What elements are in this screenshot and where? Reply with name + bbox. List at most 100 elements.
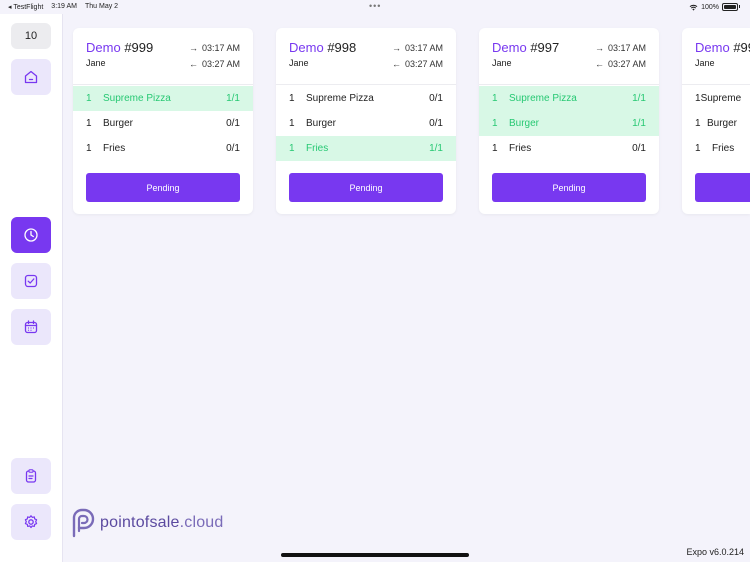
calendar-icon — [24, 320, 38, 334]
arrow-right-icon: → — [391, 43, 401, 53]
customer-name: Jane — [289, 58, 309, 68]
item-qty: 1 — [492, 118, 498, 129]
order-card[interactable]: Demo #999 Jane → 03:17 AM ← 03:27 AM 1 Supr… — [73, 28, 253, 214]
home-icon — [24, 70, 38, 84]
order-title: Demo #99 — [695, 40, 750, 56]
order-title: Demo #998 — [289, 40, 356, 56]
status-bar: ◂ TestFlight 3:19 AM Thu May 2 ••• 100% — [0, 0, 750, 14]
item-progress: 0/1 — [429, 93, 443, 104]
order-time-out: ← 03:27 AM — [392, 59, 443, 69]
item-name: Burger — [103, 118, 134, 129]
item-qty: 1 — [289, 118, 295, 129]
customer-name: Jane — [492, 58, 512, 68]
item-name: Supreme Pizza — [103, 93, 171, 104]
order-source: Demo — [492, 40, 527, 55]
item-qty: 1 — [289, 143, 295, 154]
item-qty: 1 — [86, 143, 92, 154]
item-name: Supreme Pizza — [306, 93, 374, 104]
item-progress: 0/1 — [226, 143, 240, 154]
time-out-value: 03:27 AM — [201, 59, 240, 69]
arrow-left-icon: ← — [391, 59, 401, 69]
customer-name: Jane — [695, 58, 715, 68]
check-square-icon — [24, 274, 38, 288]
item-qty: 1 — [695, 143, 701, 154]
order-item-row[interactable]: 1 Fries 0/1 — [73, 136, 253, 161]
divider — [682, 84, 750, 85]
pending-status-button[interactable]: Pending — [86, 173, 240, 202]
order-number: #999 — [124, 40, 154, 55]
order-time-in: → 03:17 AM — [392, 43, 443, 53]
item-name: Burger — [706, 118, 737, 129]
order-card[interactable]: Demo #997 Jane → 03:17 AM ← 03:27 AM 1 Supr… — [479, 28, 659, 214]
item-name: Fries — [103, 143, 126, 154]
order-time-in: → 03:17 AM — [189, 43, 240, 53]
time-in-value: 03:17 AM — [607, 43, 646, 53]
order-count-badge[interactable]: 10 — [11, 23, 51, 49]
arrow-left-icon: ← — [188, 59, 198, 69]
order-card[interactable]: Demo #998 Jane → 03:17 AM ← 03:27 AM 1 Supr… — [276, 28, 456, 214]
order-item-row[interactable]: 1 Burger 1/1 — [479, 111, 659, 136]
order-items: 1 Supreme Pizza 0/1 1 Burger 0/1 1 Fries 1/1 — [276, 86, 456, 161]
order-item-row[interactable]: 1 Burger 0/1 — [73, 111, 253, 136]
battery-percent: 100% — [701, 3, 719, 11]
order-source: Demo — [695, 40, 730, 55]
item-qty: 1 — [695, 118, 701, 129]
divider — [479, 84, 659, 85]
item-name: Fries — [306, 143, 329, 154]
order-item-row[interactable]: 1 Supreme Pizza 1/1 — [73, 86, 253, 111]
pending-status-button[interactable] — [695, 173, 750, 202]
order-item-row[interactable]: 1 Burger — [682, 111, 750, 136]
order-item-row[interactable]: 1 Fries 0/1 — [479, 136, 659, 161]
status-date: Thu May 2 — [84, 3, 119, 10]
item-progress: 1/1 — [632, 118, 646, 129]
app-version: Expo v6.0.214 — [686, 547, 744, 557]
item-name: Burger — [306, 118, 337, 129]
clipboard-icon — [25, 469, 37, 483]
pending-status-button[interactable]: Pending — [492, 173, 646, 202]
order-item-row[interactable]: 1 Supreme Pizza 1/1 — [479, 86, 659, 111]
home-button[interactable] — [11, 59, 51, 95]
order-card[interactable]: Demo #99 Jane 1Supreme 1 Burger 1 Fries — [682, 28, 750, 214]
sidebar: 10 — [0, 14, 63, 562]
item-qty: 1 — [492, 143, 498, 154]
order-title: Demo #997 — [492, 40, 559, 56]
gear-icon — [24, 515, 38, 529]
scheduled-orders-button[interactable] — [11, 309, 51, 345]
home-indicator[interactable] — [281, 553, 469, 557]
time-in-value: 03:17 AM — [404, 43, 443, 53]
order-items: 1 Supreme Pizza 1/1 1 Burger 0/1 1 Fries 0/1 — [73, 86, 253, 161]
brand-name-suffix: .cloud — [179, 514, 224, 531]
back-to-app-link[interactable]: ◂ TestFlight — [8, 3, 43, 11]
order-item-row[interactable]: 1 Fries 1/1 — [276, 136, 456, 161]
time-out-value: 03:27 AM — [607, 59, 646, 69]
item-qty: 1 — [86, 93, 92, 104]
order-item-row[interactable]: 1 Burger 0/1 — [276, 111, 456, 136]
order-number: #997 — [530, 40, 560, 55]
order-item-row[interactable]: 1 Supreme — [682, 86, 750, 111]
multitask-dots-icon[interactable]: ••• — [369, 2, 381, 11]
item-progress: 1/1 — [632, 93, 646, 104]
pending-orders-button[interactable] — [11, 217, 51, 253]
item-progress: 1/1 — [429, 143, 443, 154]
order-title: Demo #999 — [86, 40, 153, 56]
status-time: 3:19 AM — [51, 3, 77, 10]
order-header: Demo #997 Jane → 03:17 AM ← 03:27 AM — [492, 40, 646, 72]
item-qty: 1 — [289, 93, 295, 104]
item-name: Fries — [712, 143, 735, 154]
order-header: Demo #998 Jane → 03:17 AM ← 03:27 AM — [289, 40, 443, 72]
clipboard-button[interactable] — [11, 458, 51, 494]
pending-status-button[interactable]: Pending — [289, 173, 443, 202]
time-out-value: 03:27 AM — [404, 59, 443, 69]
order-header: Demo #99 Jane — [695, 40, 750, 72]
item-qty: 1 — [492, 93, 498, 104]
order-item-row[interactable]: 1 Supreme Pizza 0/1 — [276, 86, 456, 111]
item-name: Supreme Pizza — [509, 93, 577, 104]
arrow-right-icon: → — [188, 43, 198, 53]
order-items: 1 Supreme 1 Burger 1 Fries — [682, 86, 750, 161]
order-item-row[interactable]: 1 Fries — [682, 136, 750, 161]
time-in-value: 03:17 AM — [201, 43, 240, 53]
settings-button[interactable] — [11, 504, 51, 540]
item-progress: 0/1 — [632, 143, 646, 154]
completed-orders-button[interactable] — [11, 263, 51, 299]
item-name: Supreme — [700, 93, 742, 104]
